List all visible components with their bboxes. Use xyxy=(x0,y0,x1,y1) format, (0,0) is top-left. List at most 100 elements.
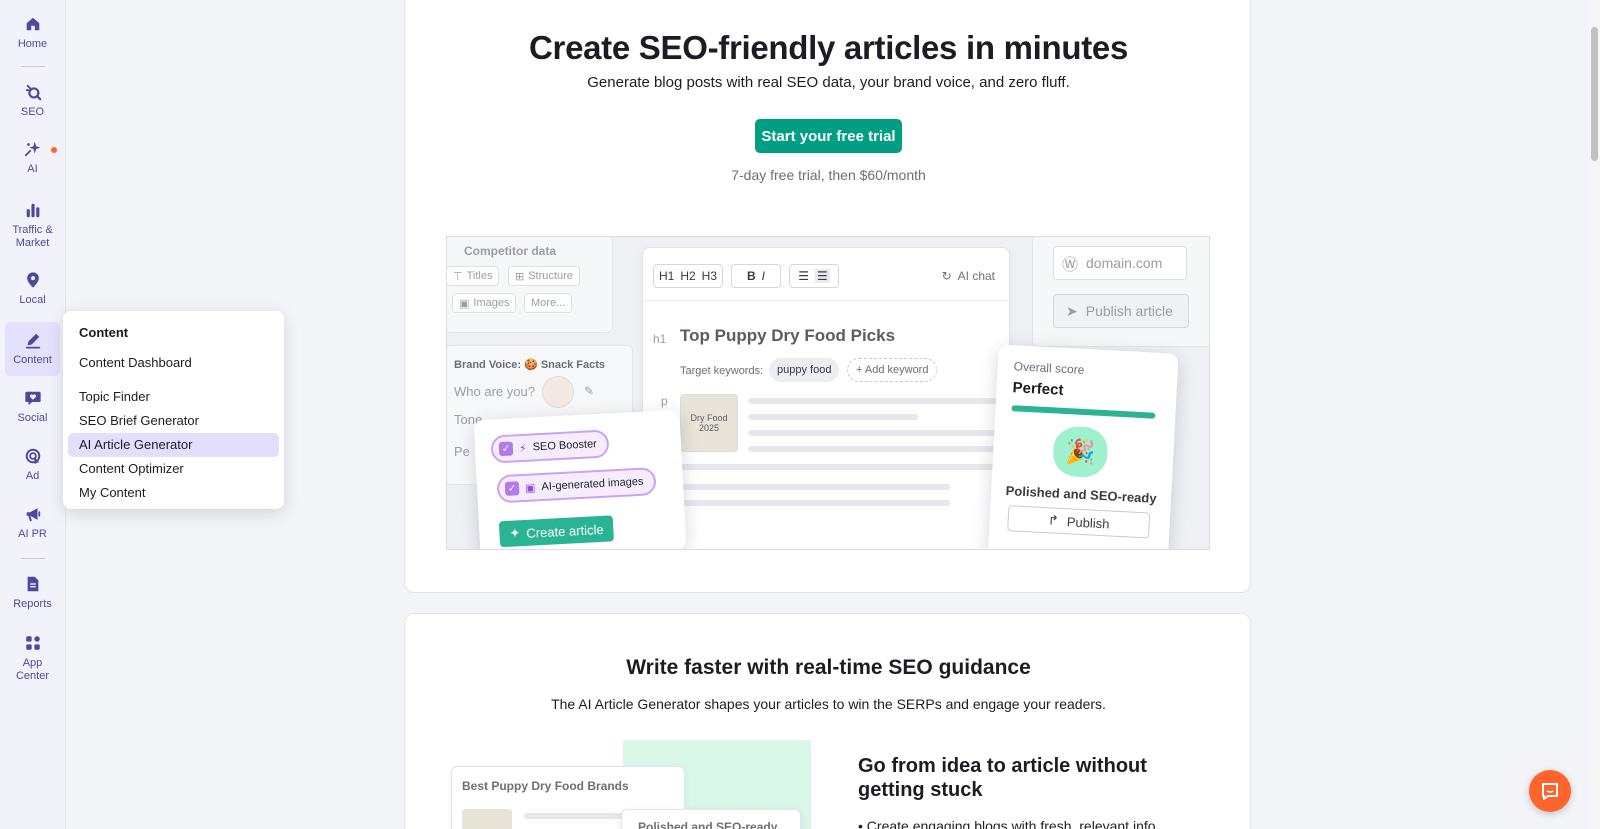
product-illustration: Competitor data ⊤ Titles ⊞ Structure ▣ Imag… xyxy=(446,236,1210,550)
seo-ready-badge-mock: Polished and SEO-ready xyxy=(621,809,801,829)
hero-card: Create SEO-friendly articles in minutes … xyxy=(404,0,1251,593)
create-article-button: ✦ Create article xyxy=(498,515,615,548)
page-scrollbar[interactable] xyxy=(1588,0,1600,829)
sidebar-item-label: Traffic & Market xyxy=(12,223,53,249)
text-line xyxy=(748,398,998,404)
domain-placeholder: domain.com xyxy=(1086,255,1163,271)
pen-icon xyxy=(25,333,40,349)
text-line xyxy=(680,484,950,490)
publish-article-button: ➤ Publish article xyxy=(1053,294,1189,328)
scrollbar-thumb[interactable] xyxy=(1591,27,1598,161)
ad-target-icon xyxy=(25,448,40,465)
sidebar-item-seo[interactable]: SEO xyxy=(5,78,60,124)
publish-article-label: Publish article xyxy=(1085,303,1173,319)
sidebar-item-ai[interactable]: AI xyxy=(5,135,60,181)
sidebar-item-ai-pr[interactable]: AI PR xyxy=(5,500,60,546)
sidebar-item-home[interactable]: Home xyxy=(5,10,60,56)
section-title: Write faster with real-time SEO guidance xyxy=(626,656,1031,679)
overall-score-value: Perfect xyxy=(1012,379,1064,399)
mock-badge: Polished and SEO-ready xyxy=(638,820,778,829)
option-label: SEO Booster xyxy=(532,438,598,454)
support-chat-button[interactable] xyxy=(1529,770,1571,812)
competitor-data-title: Competitor data xyxy=(464,244,557,258)
checkbox-icon: ✓ xyxy=(504,481,520,496)
publish-panel: Ⓦ domain.com ➤ Publish article xyxy=(1032,237,1209,347)
sidebar-item-label: Ad xyxy=(25,470,40,482)
sidebar-item-label: Reports xyxy=(13,598,52,610)
p-tag: p xyxy=(661,394,668,408)
sidebar-item-label: Social xyxy=(17,412,48,424)
publish-button: ↱ Publish xyxy=(1007,505,1151,539)
refresh-icon: ↻ xyxy=(941,269,952,283)
chip-label: Structure xyxy=(528,270,573,282)
competitor-data-panel: Competitor data ⊤ Titles ⊞ Structure ▣ Imag… xyxy=(447,237,613,333)
report-icon xyxy=(27,576,38,592)
options-card: ✓ ⚡ SEO Booster ✓ ▣ AI-generated images … xyxy=(473,409,687,549)
text-line xyxy=(748,430,998,436)
mock-title: Best Puppy Dry Food Brands xyxy=(462,779,629,793)
notification-dot xyxy=(49,145,59,155)
chip-structure: ⊞ Structure xyxy=(508,266,580,286)
bullet-list-icon: ☰ xyxy=(815,269,830,283)
editor-mock: H1 H2 H3 B I ☰ ☰ ↻ AI chat h1 Top Puppy … xyxy=(642,247,1011,549)
sidebar-item-label: Content xyxy=(13,354,52,366)
sidebar-item-ad[interactable]: Ad xyxy=(5,442,60,488)
ai-chat-label: AI chat xyxy=(957,269,995,283)
share-arrow-icon: ↱ xyxy=(1047,512,1060,528)
sidebar-item-label: AI xyxy=(27,163,38,175)
chat-icon xyxy=(1542,783,1558,800)
nav-divider xyxy=(21,66,45,67)
bold-button: B xyxy=(746,269,756,283)
features-card: Write faster with real-time SEO guidance… xyxy=(404,613,1251,829)
chip-label: Images xyxy=(473,297,510,309)
trial-note: 7-day free trial, then $60/month xyxy=(731,167,926,183)
publish-label: Publish xyxy=(1066,513,1110,531)
polished-label: Polished and SEO-ready xyxy=(1005,483,1157,506)
seo-icon xyxy=(25,84,41,101)
sidebar-item-local[interactable]: Local xyxy=(5,266,60,312)
menu-item-content-optimizer[interactable]: Content Optimizer xyxy=(68,457,279,481)
structure-icon: ⊞ xyxy=(515,270,525,283)
menu-item-ai-article-generator[interactable]: AI Article Generator xyxy=(68,433,279,457)
menu-item-seo-brief-generator[interactable]: SEO Brief Generator xyxy=(68,409,279,433)
text-line xyxy=(748,446,998,452)
chip-titles: ⊤ Titles xyxy=(447,266,500,286)
sidebar-item-social[interactable]: Social xyxy=(5,384,60,430)
sidebar-item-reports[interactable]: Reports xyxy=(5,570,60,616)
sidebar-item-label: App Center xyxy=(15,656,50,682)
sidebar-item-label: AI PR xyxy=(18,528,47,540)
avatar xyxy=(542,376,574,408)
target-keywords-label: Target keywords: xyxy=(680,365,764,377)
ai-chat-button: ↻ AI chat xyxy=(942,269,995,283)
section-subtitle: The AI Article Generator shapes your art… xyxy=(551,696,1106,712)
add-keyword-button: + Add keyword xyxy=(847,358,938,382)
brand-voice-title: Brand Voice: 🍪 Snack Facts xyxy=(454,359,606,371)
italic-button: I xyxy=(761,269,765,283)
menu-item-my-content[interactable]: My Content xyxy=(68,481,279,505)
send-icon: ➤ xyxy=(1066,302,1078,319)
sidebar-item-app-center[interactable]: App Center xyxy=(5,628,60,688)
who-are-you-label: Who are you? xyxy=(454,384,535,399)
bolt-icon: ⚡ xyxy=(518,442,528,455)
start-free-trial-button[interactable]: Start your free trial xyxy=(755,119,902,153)
menu-item-content-dashboard[interactable]: Content Dashboard xyxy=(68,351,279,375)
score-bar xyxy=(1011,405,1156,419)
seo-booster-option: ✓ ⚡ SEO Booster xyxy=(490,429,610,464)
sidebar-item-label: Local xyxy=(19,294,46,306)
feature-heading: Go from idea to article without getting … xyxy=(858,755,1147,801)
create-article-label: Create article xyxy=(525,521,604,541)
h1-tag: h1 xyxy=(653,332,667,346)
map-pin-icon xyxy=(26,272,39,288)
sidebar-item-label: Home xyxy=(17,38,48,50)
h2-button: H2 xyxy=(680,269,696,283)
edit-icon: ✎ xyxy=(584,384,595,398)
sidebar-item-content[interactable]: Content xyxy=(5,322,60,376)
sidebar-item-traffic-market[interactable]: Traffic & Market xyxy=(5,195,60,255)
menu-item-topic-finder[interactable]: Topic Finder xyxy=(68,385,279,409)
chat-heart-icon xyxy=(24,391,41,406)
text-line xyxy=(680,500,950,506)
product-year: 2025 xyxy=(698,423,720,433)
hero-subtitle: Generate blog posts with real SEO data, … xyxy=(587,74,1070,91)
titles-icon: ⊤ xyxy=(453,270,463,283)
ordered-list-icon: ☰ xyxy=(798,269,809,283)
